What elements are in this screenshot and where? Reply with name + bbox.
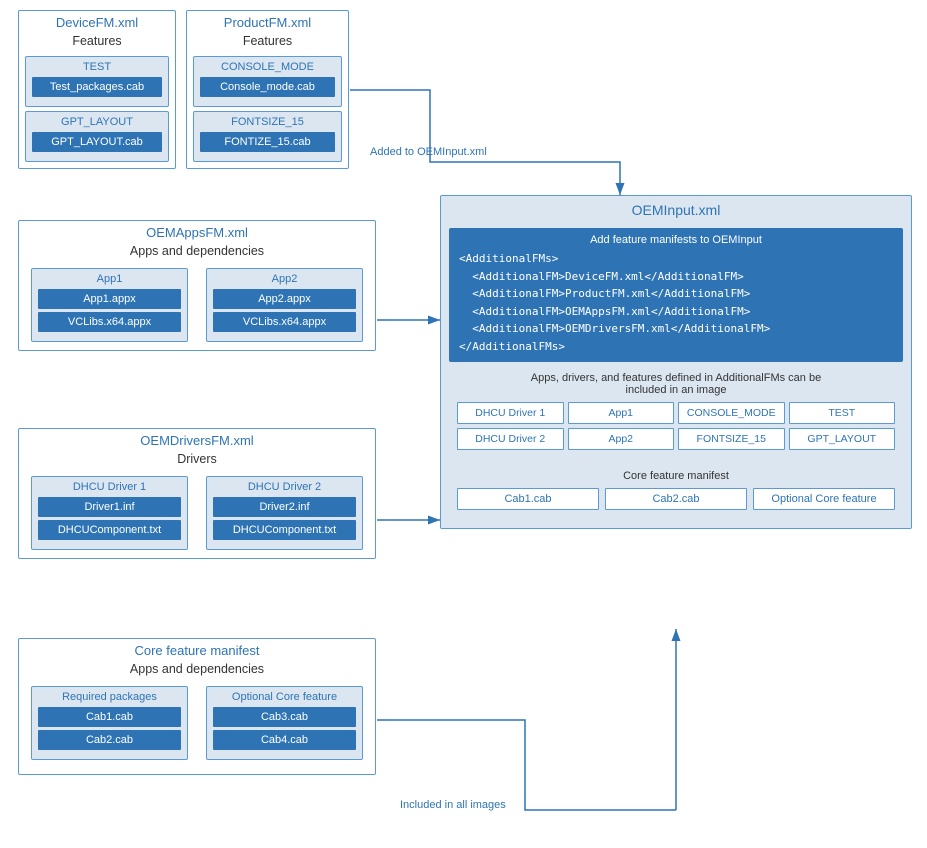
grid-gpt: GPT_LAYOUT [789, 428, 896, 450]
oemapps-fm-title: OEMAppsFM.xml [19, 221, 375, 242]
grid-app1: App1 [568, 402, 675, 424]
grid-dhcu2: DHCU Driver 2 [457, 428, 564, 450]
optional-pkg-label: Optional Core feature [213, 691, 356, 703]
core-feature-subtitle: Apps and dependencies [19, 660, 375, 680]
cab2-item: Cab2.cab [38, 730, 181, 750]
product-fm-box: ProductFM.xml Features CONSOLE_MODE Cons… [186, 10, 349, 169]
xml-section-title: Add feature manifests to OEMInput [459, 234, 893, 246]
oemapps-fm-subtitle: Apps and dependencies [19, 242, 375, 262]
cab3-item: Cab3.cab [213, 707, 356, 727]
driver2-group: DHCU Driver 2 Driver2.inf DHCUComponent.… [206, 476, 363, 550]
xml-section: Add feature manifests to OEMInput <Addit… [449, 228, 903, 362]
grid-test: TEST [789, 402, 896, 424]
driver2-label: DHCU Driver 2 [213, 481, 356, 493]
core-optional: Optional Core feature [753, 488, 895, 510]
console-pkg: Console_mode.cab [200, 77, 335, 97]
diagram: DeviceFM.xml Features TEST Test_packages… [0, 0, 927, 848]
gpt-label: GPT_LAYOUT [32, 116, 162, 128]
drivers-section: Apps, drivers, and features defined in A… [449, 366, 903, 460]
svg-text:Added to OEMInput.xml: Added to OEMInput.xml [370, 146, 487, 158]
grid-console: CONSOLE_MODE [678, 402, 785, 424]
required-pkg-label: Required packages [38, 691, 181, 703]
test-pkg: Test_packages.cab [32, 77, 162, 97]
fontsize-pkg: FONTIZE_15.cab [200, 132, 335, 152]
oeminput-title: OEMInput.xml [441, 196, 911, 224]
required-pkg-group: Required packages Cab1.cab Cab2.cab [31, 686, 188, 760]
core-feature-box: Core feature manifest Apps and dependenc… [18, 638, 376, 775]
driver1-label: DHCU Driver 1 [38, 481, 181, 493]
driver1-comp: DHCUComponent.txt [38, 520, 181, 540]
drivers-section-title: Apps, drivers, and features defined in A… [457, 372, 895, 396]
oemdrivers-fm-subtitle: Drivers [19, 450, 375, 470]
core-feature-title: Core feature manifest [19, 639, 375, 660]
gpt-pkg: GPT_LAYOUT.cab [32, 132, 162, 152]
core-section: Core feature manifest Cab1.cab Cab2.cab … [449, 464, 903, 516]
core-items-grid: Cab1.cab Cab2.cab Optional Core feature [457, 488, 895, 510]
grid-fontsize: FONTSIZE_15 [678, 428, 785, 450]
app2-vclibs: VCLibs.x64.appx [213, 312, 356, 332]
driver1-group: DHCU Driver 1 Driver1.inf DHCUComponent.… [31, 476, 188, 550]
svg-text:Included in all images: Included in all images [400, 799, 506, 811]
app2-appx: App2.appx [213, 289, 356, 309]
driver1-inf: Driver1.inf [38, 497, 181, 517]
console-label: CONSOLE_MODE [200, 61, 335, 73]
app2-label: App2 [213, 273, 356, 285]
test-label: TEST [32, 61, 162, 73]
app1-group: App1 App1.appx VCLibs.x64.appx [31, 268, 188, 342]
app2-group: App2 App2.appx VCLibs.x64.appx [206, 268, 363, 342]
oemapps-fm-box: OEMAppsFM.xml Apps and dependencies App1… [18, 220, 376, 351]
optional-pkg-group: Optional Core feature Cab3.cab Cab4.cab [206, 686, 363, 760]
cab1-item: Cab1.cab [38, 707, 181, 727]
core-section-title: Core feature manifest [457, 470, 895, 482]
device-fm-title: DeviceFM.xml [19, 11, 175, 32]
oeminput-box: OEMInput.xml Add feature manifests to OE… [440, 195, 912, 529]
product-feature-fontsize: FONTSIZE_15 FONTIZE_15.cab [193, 111, 342, 162]
cab4-item: Cab4.cab [213, 730, 356, 750]
device-feature-gpt: GPT_LAYOUT GPT_LAYOUT.cab [25, 111, 169, 162]
device-fm-subtitle: Features [19, 32, 175, 52]
product-fm-title: ProductFM.xml [187, 11, 348, 32]
driver2-inf: Driver2.inf [213, 497, 356, 517]
grid-app2: App2 [568, 428, 675, 450]
core-cab2: Cab2.cab [605, 488, 747, 510]
grid-dhcu1: DHCU Driver 1 [457, 402, 564, 424]
drivers-grid-row1: DHCU Driver 1 App1 CONSOLE_MODE TEST [457, 402, 895, 424]
oemdrivers-fm-box: OEMDriversFM.xml Drivers DHCU Driver 1 D… [18, 428, 376, 559]
driver2-comp: DHCUComponent.txt [213, 520, 356, 540]
device-feature-test: TEST Test_packages.cab [25, 56, 169, 107]
drivers-grid-row2: DHCU Driver 2 App2 FONTSIZE_15 GPT_LAYOU… [457, 428, 895, 450]
fontsize-label: FONTSIZE_15 [200, 116, 335, 128]
product-fm-subtitle: Features [187, 32, 348, 52]
device-fm-box: DeviceFM.xml Features TEST Test_packages… [18, 10, 176, 169]
product-feature-console: CONSOLE_MODE Console_mode.cab [193, 56, 342, 107]
oemdrivers-fm-title: OEMDriversFM.xml [19, 429, 375, 450]
core-cab1: Cab1.cab [457, 488, 599, 510]
xml-code: <AdditionalFMs> <AdditionalFM>DeviceFM.x… [459, 250, 893, 356]
app1-label: App1 [38, 273, 181, 285]
app1-appx: App1.appx [38, 289, 181, 309]
app1-vclibs: VCLibs.x64.appx [38, 312, 181, 332]
